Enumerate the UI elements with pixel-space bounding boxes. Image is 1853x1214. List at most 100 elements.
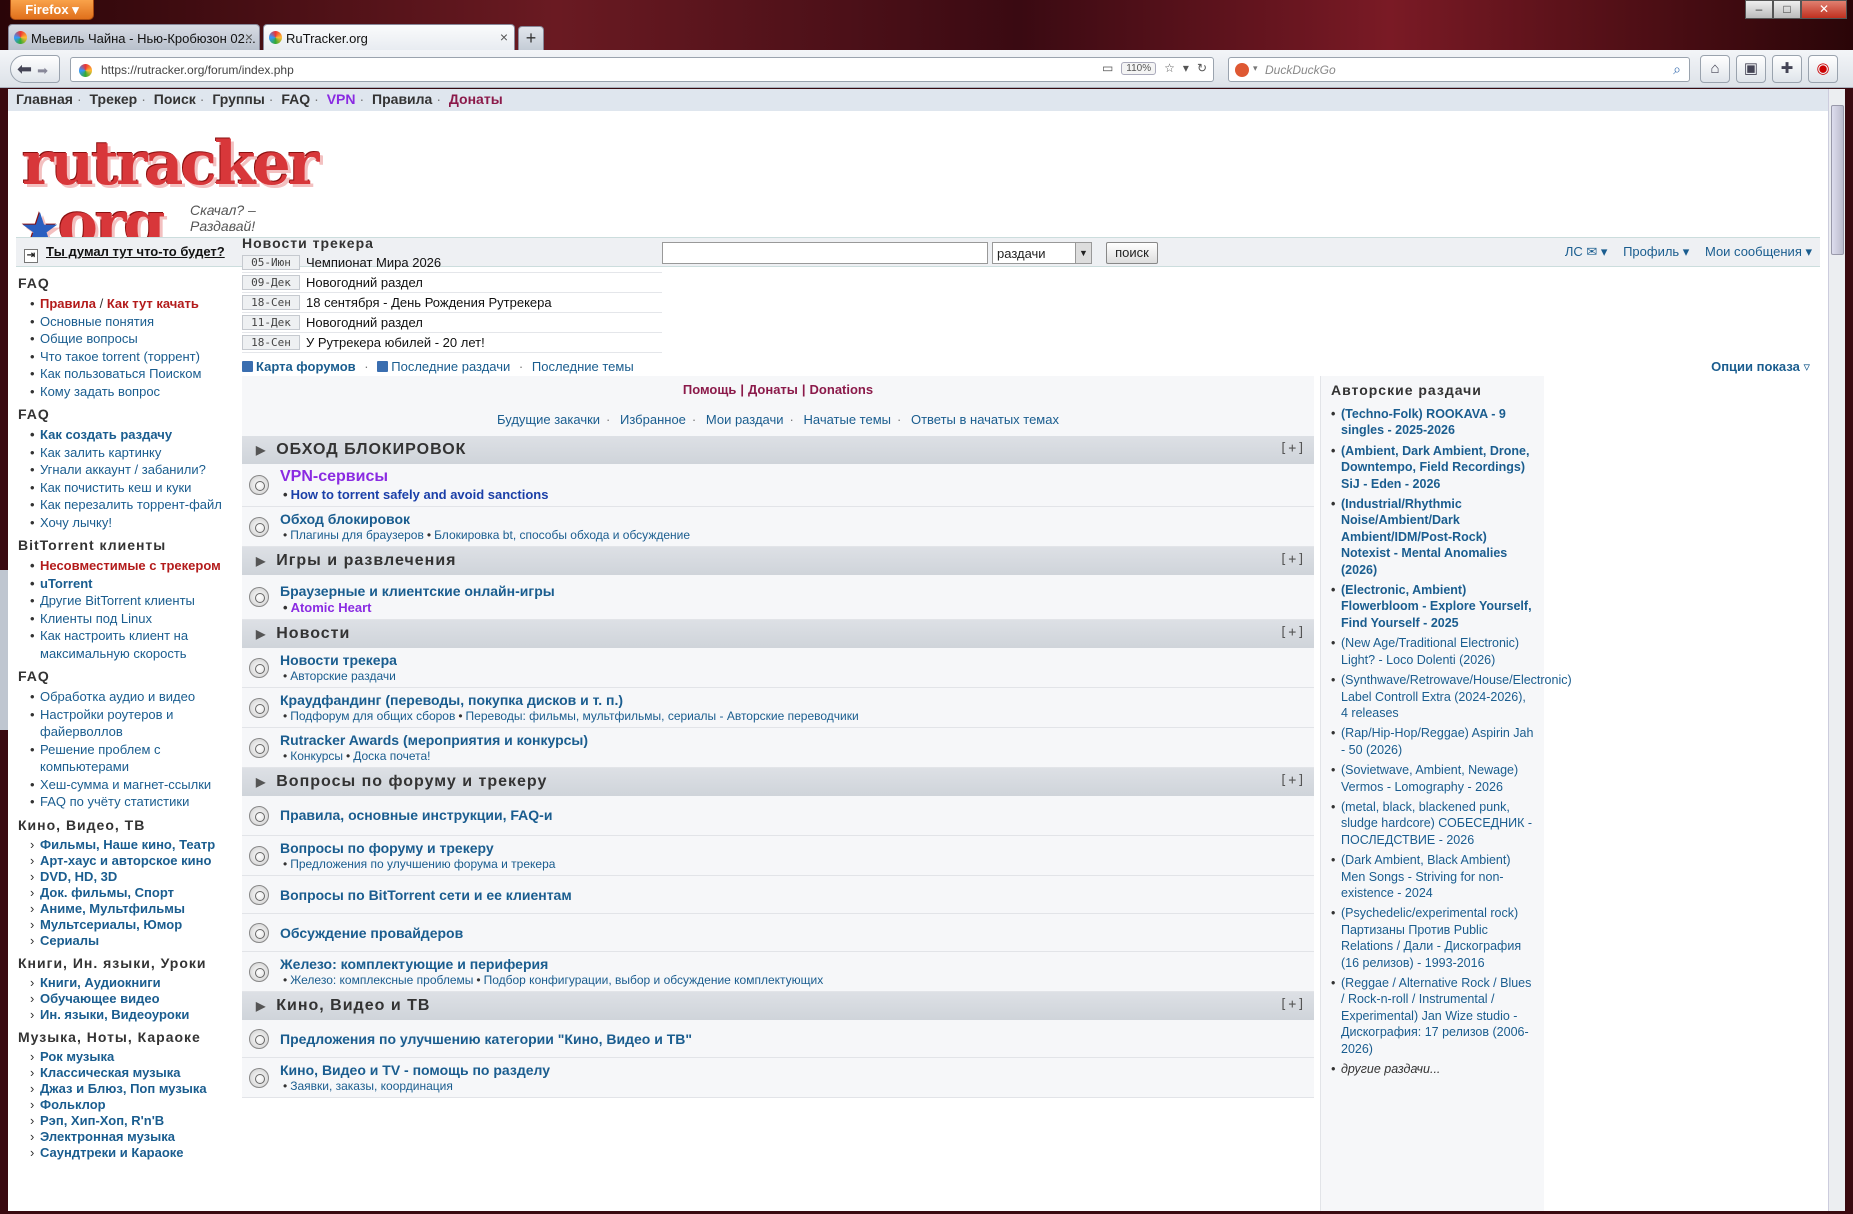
sidebar-link[interactable]: Как залить картинку <box>30 444 240 462</box>
sidebar-link[interactable]: Фольклор <box>30 1097 240 1113</box>
sidebar-link[interactable]: Угнали аккаунт / забанили? <box>30 461 240 479</box>
private-messages-link[interactable]: ЛС ✉ ▾ <box>1565 244 1608 259</box>
news-row[interactable]: 11-Дек Новогодний раздел <box>242 313 662 333</box>
sidebar-link[interactable]: Обработка аудио и видео <box>30 688 240 706</box>
sidebar-link[interactable]: Фильмы, Наше кино, Театр <box>30 837 240 853</box>
sidebar-link[interactable]: uTorrent <box>30 575 240 593</box>
close-window-icon[interactable]: ✕ <box>1801 0 1847 19</box>
category-header[interactable]: ▶ Новости [+] <box>242 620 1314 648</box>
collapse-toggle[interactable]: [+] <box>1280 625 1306 640</box>
sidebar-link[interactable]: Общие вопросы <box>30 330 240 348</box>
donate-link[interactable]: Донаты <box>748 382 798 397</box>
menu-rules[interactable]: Правила <box>372 91 432 107</box>
new-tab-button[interactable]: + <box>518 26 544 50</box>
sidebar-link[interactable]: Сериалы <box>30 933 240 949</box>
menu-search[interactable]: Поиск <box>154 91 196 107</box>
news-link[interactable]: Чемпионат Мира 2026 <box>306 255 441 270</box>
login-question-link[interactable]: Ты думал тут что-то будет? <box>46 244 225 259</box>
sidebar-link[interactable]: Аниме, Мультфильмы <box>30 901 240 917</box>
shield-icon[interactable]: ◉ <box>1808 55 1838 83</box>
sidebar-link[interactable]: Док. фильмы, Спорт <box>30 885 240 901</box>
sidebar-link[interactable]: Ин. языки, Видеоуроки <box>30 1007 240 1023</box>
site-logo[interactable]: rutracker★org Скачал? – Раздавай! <box>22 134 322 254</box>
sidebar-link[interactable]: Другие BitTorrent клиенты <box>30 592 240 610</box>
news-link[interactable]: 18 сентября - День Рождения Рутрекера <box>306 295 552 310</box>
scrollbar-thumb[interactable] <box>1831 105 1844 255</box>
subforum-link[interactable]: Atomic Heart <box>291 600 372 615</box>
screenshot-icon[interactable]: ▣ <box>1736 55 1766 83</box>
sidebar-link[interactable]: Рок музыка <box>30 1049 240 1065</box>
zoom-level[interactable]: 110% <box>1121 61 1157 75</box>
search-button[interactable]: поиск <box>1106 242 1158 264</box>
sidebar-link[interactable]: Книги, Аудиокниги <box>30 975 240 991</box>
sidebar-link[interactable]: Мультсериалы, Юмор <box>30 917 240 933</box>
forward-arrow-icon[interactable]: ➡ <box>37 63 48 78</box>
sidebar-link[interactable]: Кому задать вопрос <box>30 383 240 401</box>
forum-title-link[interactable]: Браузерные и клиентские онлайн-игры <box>280 583 1314 599</box>
sidebar-link[interactable]: Саундтреки и Караоке <box>30 1145 240 1161</box>
release-link[interactable]: (New Age/Traditional Electronic) Light? … <box>1331 635 1536 668</box>
url-bar[interactable]: https://rutracker.org/forum/index.php ▭ … <box>70 57 1214 82</box>
category-header[interactable]: ▶ ОБХОД БЛОКИРОВОК [+] <box>242 436 1314 464</box>
release-link[interactable]: (Rap/Hip-Hop/Reggae) Aspirin Jah - 50 (2… <box>1331 725 1536 758</box>
forum-title-link[interactable]: Краудфандинг (переводы, покупка дисков и… <box>280 692 1314 708</box>
site-identity-icon[interactable] <box>79 64 92 77</box>
menu-donate[interactable]: Донаты <box>449 91 503 107</box>
menu-groups[interactable]: Группы <box>212 91 264 107</box>
category-header[interactable]: ▶ Игры и развлечения [+] <box>242 547 1314 575</box>
donations-link[interactable]: Donations <box>810 382 874 397</box>
category-header[interactable]: ▶ Кино, Видео и ТВ [+] <box>242 992 1314 1020</box>
category-header[interactable]: ▶ Вопросы по форуму и трекеру [+] <box>242 768 1314 796</box>
release-link[interactable]: (Psychedelic/experimental rock) Партизан… <box>1331 905 1536 971</box>
sidebar-link[interactable]: Несовместимые с трекером <box>30 557 240 575</box>
collapse-toggle[interactable]: [+] <box>1280 997 1306 1012</box>
sidebar-link[interactable]: Обучающее видео <box>30 991 240 1007</box>
sidebar-link[interactable]: Решение проблем с компьютерами <box>30 741 240 776</box>
more-releases-link[interactable]: другие раздачи... <box>1331 1061 1536 1078</box>
collapse-toggle[interactable]: [+] <box>1280 552 1306 567</box>
news-row[interactable]: 18-Сен У Рутрекера юбилей - 20 лет! <box>242 333 662 353</box>
news-row[interactable]: 05-Июн Чемпионат Мира 2026 <box>242 253 662 273</box>
sidebar-link[interactable]: Как перезалить торрент-файл <box>30 496 240 514</box>
subforum-link[interactable]: Предложения по улучшению форума и трекер… <box>290 857 555 871</box>
menu-tracker[interactable]: Трекер <box>90 91 138 107</box>
quick-link-started-topics[interactable]: Начатые темы <box>803 412 891 427</box>
quick-link-replies[interactable]: Ответы в начатых темах <box>911 412 1059 427</box>
collapse-toggle[interactable]: [+] <box>1280 441 1306 456</box>
release-link[interactable]: (Sovietwave, Ambient, Newage) Vermos - L… <box>1331 762 1536 795</box>
help-link[interactable]: Помощь <box>683 382 736 397</box>
tab-novel[interactable]: Мьевиль Чайна - Нью-Кробюзон 02... × <box>8 24 260 50</box>
subforum-link[interactable]: Подбор конфигурации, выбор и обсуждение … <box>484 973 824 987</box>
subforum-link[interactable]: Переводы: фильмы, мультфильмы, сериалы -… <box>466 709 859 723</box>
release-link[interactable]: (Electronic, Ambient) Flowerbloom - Expl… <box>1331 582 1536 631</box>
sidebar-link-how-to-download[interactable]: Как тут качать <box>107 296 199 311</box>
subforum-link[interactable]: Блокировка bt, способы обхода и обсужден… <box>434 528 690 542</box>
sidebar-link[interactable]: Что такое torrent (торрент) <box>30 348 240 366</box>
back-arrow-icon[interactable]: ⬅ <box>17 59 32 79</box>
release-link[interactable]: (Industrial/Rhythmic Noise/Ambient/Dark … <box>1331 496 1536 578</box>
display-options-button[interactable]: Опции показа ▿ <box>1711 359 1810 375</box>
forum-title-link[interactable]: Предложения по улучшению категории "Кино… <box>280 1031 1314 1047</box>
subforum-link[interactable]: Конкурсы <box>290 749 343 763</box>
latest-topics-link[interactable]: Последние темы <box>532 359 634 374</box>
sidebar-link[interactable]: Классическая музыка <box>30 1065 240 1081</box>
news-link[interactable]: У Рутрекера юбилей - 20 лет! <box>306 335 485 350</box>
forum-title-link[interactable]: Вопросы по форуму и трекеру <box>280 840 1314 856</box>
sidebar-link[interactable]: Рэп, Хип-Хоп, R'n'B <box>30 1113 240 1129</box>
engine-dropdown-icon[interactable]: ▾ <box>1253 63 1258 74</box>
release-link[interactable]: (Reggae / Alternative Rock / Blues / Roc… <box>1331 975 1536 1057</box>
subforum-link[interactable]: How to torrent safely and avoid sanction… <box>291 487 549 502</box>
menu-home[interactable]: Главная <box>16 91 73 107</box>
menu-vpn[interactable]: VPN <box>327 91 356 107</box>
category-title[interactable]: Новости <box>276 625 350 642</box>
subforum-link[interactable]: Авторские раздачи <box>290 669 396 683</box>
search-scope-select[interactable]: раздачи ▼ <box>992 242 1092 264</box>
release-link[interactable]: (Dark Ambient, Black Ambient) Men Songs … <box>1331 852 1536 901</box>
subforum-link[interactable]: Заявки, заказы, координация <box>290 1079 453 1093</box>
release-link[interactable]: (metal, black, blackened punk, sludge ha… <box>1331 799 1536 848</box>
category-title[interactable]: Вопросы по форуму и трекеру <box>276 773 547 790</box>
subforum-link[interactable]: Доска почета! <box>353 749 430 763</box>
sidebar-link[interactable]: Как пользоваться Поиском <box>30 365 240 383</box>
tab-close-icon[interactable]: × <box>500 29 508 45</box>
subforum-link[interactable]: Плагины для браузеров <box>290 528 424 542</box>
